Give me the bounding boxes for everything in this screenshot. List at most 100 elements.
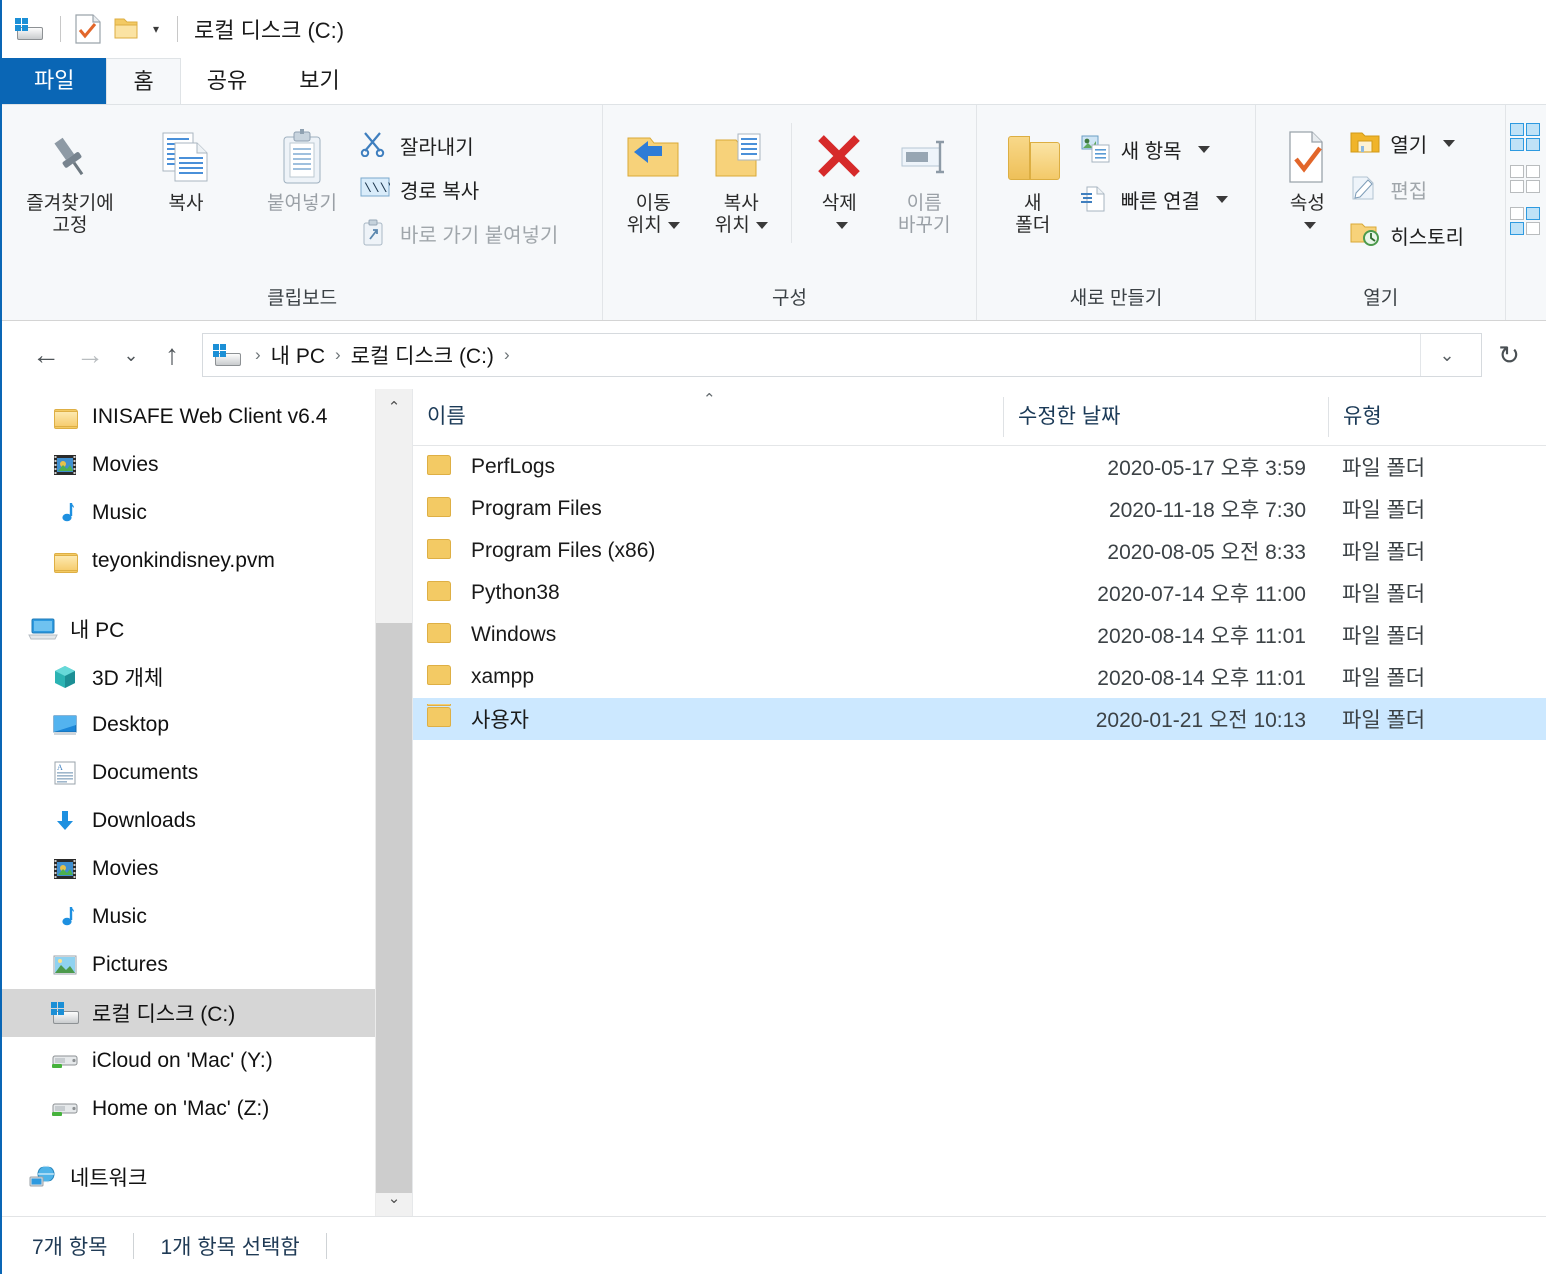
open-button[interactable]: 열기 <box>1350 125 1464 161</box>
nav-item-music-quick[interactable]: Music <box>2 489 412 537</box>
explorer-window: ▾ 로컬 디스크 (C:) 파일 홈 공유 보기 즐겨찾기에 고정 복사 붙여넣… <box>0 0 1546 1274</box>
forward-button[interactable]: → <box>68 333 112 377</box>
nav-item-desktop[interactable]: Desktop <box>2 701 412 749</box>
new-folder-label: 새 폴더 <box>1015 193 1051 236</box>
nav-item-music[interactable]: Music <box>2 893 412 941</box>
properties-label: 속성 <box>1290 193 1325 237</box>
file-date: 2020-08-05 오전 8:33 <box>1107 541 1306 564</box>
column-header-type[interactable]: 유형 <box>1328 397 1546 437</box>
breadcrumb-item-this-pc[interactable]: 내 PC <box>269 340 327 370</box>
nav-item-3d-objects[interactable]: 3D 개체 <box>2 653 412 701</box>
nav-item-icloud-on-mac[interactable]: iCloud on 'Mac' (Y:) <box>2 1037 412 1085</box>
invert-selection-icon[interactable] <box>1510 207 1541 235</box>
nav-item-inisafe[interactable]: INISAFE Web Client v6.4 <box>2 393 412 441</box>
pin-to-quick-access-button[interactable]: 즐겨찾기에 고정 <box>12 113 128 237</box>
nav-item-local-disk-c[interactable]: 로컬 디스크 (C:) <box>2 989 412 1037</box>
easy-access-caret[interactable] <box>1215 195 1228 203</box>
new-folder-button[interactable]: 새 폴더 <box>985 113 1081 237</box>
properties-button[interactable]: 속성 <box>1264 113 1350 237</box>
breadcrumb[interactable]: › 내 PC › 로컬 디스크 (C:) › ⌄ <box>202 333 1482 377</box>
copy-to-button[interactable]: 복사 위치 <box>697 113 785 237</box>
copy-button[interactable]: 복사 <box>128 113 244 215</box>
breadcrumb-item-local-disk[interactable]: 로컬 디스크 (C:) <box>349 340 496 370</box>
properties-icon <box>75 14 101 44</box>
breadcrumb-separator-2[interactable]: › <box>496 345 518 365</box>
table-row[interactable]: 사용자 2020-01-21 오전 10:13 파일 폴더 <box>413 698 1546 740</box>
open-small-commands: 열기 편집 히스토리 <box>1350 113 1464 253</box>
paste-button[interactable]: 붙여넣기 <box>244 113 360 215</box>
breadcrumb-separator-0[interactable]: › <box>247 345 269 365</box>
navigation-pane: INISAFE Web Client v6.4 Movies Music tey… <box>2 389 413 1216</box>
music-icon <box>48 498 82 528</box>
table-row[interactable]: Program Files (x86) 2020-08-05 오전 8:33 파… <box>413 530 1546 572</box>
new-item-caret[interactable] <box>1197 145 1210 153</box>
select-none-icon[interactable] <box>1510 165 1541 193</box>
refresh-button[interactable]: ↻ <box>1482 333 1536 377</box>
new-small-commands: 새 항목 빠른 연결 <box>1080 113 1228 217</box>
quick-access-new-folder-button[interactable] <box>109 12 143 46</box>
file-list-pane: ⌃ 이름 수정한 날짜 유형 PerfLogs 2020-05-17 오후 3:… <box>413 389 1546 1216</box>
new-item-button[interactable]: 새 항목 <box>1081 131 1228 167</box>
column-headers: ⌃ 이름 수정한 날짜 유형 <box>413 389 1546 446</box>
move-to-button[interactable]: 이동 위치 <box>609 113 697 237</box>
folder-icon <box>427 454 457 480</box>
tab-share[interactable]: 공유 <box>181 58 273 104</box>
select-all-icon[interactable] <box>1510 123 1541 151</box>
quick-access-drive-icon[interactable] <box>12 12 46 46</box>
table-row[interactable]: PerfLogs 2020-05-17 오후 3:59 파일 폴더 <box>413 446 1546 488</box>
recent-locations-button[interactable]: ⌄ <box>112 333 150 377</box>
nav-item-downloads[interactable]: Downloads <box>2 797 412 845</box>
tab-view[interactable]: 보기 <box>273 58 365 104</box>
properties-caret[interactable] <box>1304 222 1317 230</box>
delete-caret[interactable] <box>836 222 849 230</box>
scroll-down-arrow[interactable]: ⌄ <box>376 1180 412 1216</box>
move-to-caret[interactable] <box>667 222 680 230</box>
open-caret[interactable] <box>1443 139 1456 147</box>
table-row[interactable]: Windows 2020-08-14 오후 11:01 파일 폴더 <box>413 614 1546 656</box>
nav-item-pictures[interactable]: Pictures <box>2 941 412 989</box>
copy-path-label: 경로 복사 <box>400 180 480 203</box>
copy-path-button[interactable]: \\\\… 경로 복사 <box>360 171 558 207</box>
scrollbar-thumb[interactable] <box>376 623 412 1193</box>
breadcrumb-separator-1[interactable]: › <box>327 345 349 365</box>
delete-button[interactable]: 삭제 <box>798 113 880 237</box>
column-header-date-modified[interactable]: 수정한 날짜 <box>1003 397 1328 437</box>
customize-quick-access-caret[interactable]: ▾ <box>153 22 159 36</box>
tab-home[interactable]: 홈 <box>106 58 181 104</box>
file-type: 파일 폴더 <box>1342 625 1426 648</box>
window-title: 로컬 디스크 (C:) <box>194 18 345 43</box>
nav-item-network[interactable]: 네트워크 <box>2 1153 412 1201</box>
paste-shortcut-button[interactable]: 바로 가기 붙여넣기 <box>360 215 558 251</box>
nav-item-label: Home on 'Mac' (Z:) <box>92 1097 270 1120</box>
file-name-cell: PerfLogs <box>413 454 1003 480</box>
easy-access-button[interactable]: 빠른 연결 <box>1080 181 1228 217</box>
navigation-scrollbar[interactable]: ⌃ ⌄ <box>375 389 412 1216</box>
tab-file[interactable]: 파일 <box>2 58 107 104</box>
nav-item-home-on-mac[interactable]: Home on 'Mac' (Z:) <box>2 1085 412 1133</box>
rename-label: 이름 바꾸기 <box>897 193 951 236</box>
table-row[interactable]: Python38 2020-07-14 오후 11:00 파일 폴더 <box>413 572 1546 614</box>
table-row[interactable]: xampp 2020-08-14 오후 11:01 파일 폴더 <box>413 656 1546 698</box>
history-button[interactable]: 히스토리 <box>1350 217 1464 253</box>
table-row[interactable]: Program Files 2020-11-18 오후 7:30 파일 폴더 <box>413 488 1546 530</box>
breadcrumb-drive-icon[interactable] <box>213 344 241 366</box>
edit-button[interactable]: 편집 <box>1350 171 1464 207</box>
back-button[interactable]: ← <box>24 333 68 377</box>
nav-item-teyonkindisney[interactable]: teyonkindisney.pvm <box>2 537 412 585</box>
edit-icon <box>1350 175 1380 203</box>
file-date: 2020-08-14 오후 11:01 <box>1097 625 1306 648</box>
address-dropdown-button[interactable]: ⌄ <box>1420 334 1473 376</box>
file-type: 파일 폴더 <box>1342 499 1426 522</box>
rename-button[interactable]: 이름 바꾸기 <box>880 113 968 237</box>
up-button[interactable]: ↑ <box>150 333 194 377</box>
nav-item-this-pc[interactable]: 내 PC <box>2 605 412 653</box>
quick-access-properties-button[interactable] <box>71 12 105 46</box>
cut-button[interactable]: 잘라내기 <box>360 127 558 163</box>
copy-to-caret[interactable] <box>755 222 768 230</box>
scroll-up-arrow[interactable]: ⌃ <box>376 389 412 425</box>
new-folder-icon <box>1006 125 1060 189</box>
file-name: 사용자 <box>471 709 529 732</box>
nav-item-documents[interactable]: A Documents <box>2 749 412 797</box>
nav-item-movies[interactable]: Movies <box>2 845 412 893</box>
nav-item-movies-quick[interactable]: Movies <box>2 441 412 489</box>
